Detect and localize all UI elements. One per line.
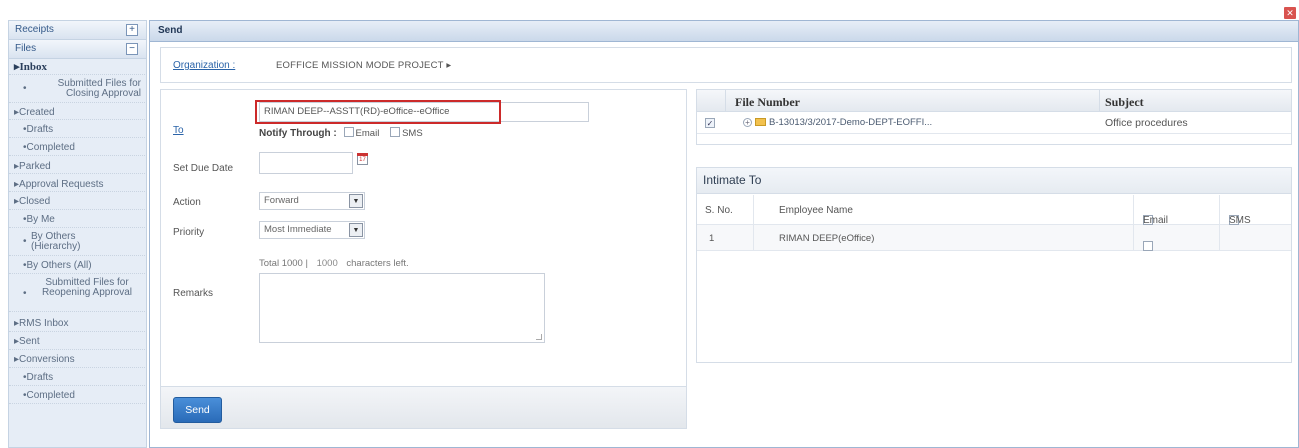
divider [1099, 90, 1100, 112]
divider [753, 225, 754, 250]
sidebar-item-conv-drafts[interactable]: • Drafts [9, 370, 146, 386]
collapse-icon[interactable]: − [126, 43, 138, 55]
to-label[interactable]: To [173, 125, 184, 136]
col-subject: Subject [1105, 95, 1144, 109]
sidebar-item-drafts[interactable]: • Drafts [9, 122, 146, 138]
expand-icon[interactable]: + [126, 24, 138, 36]
divider [725, 90, 726, 112]
files-label: Files [15, 43, 37, 54]
file-number[interactable]: B-13013/3/2017-Demo-DEPT-EOFFI... [769, 117, 932, 128]
priority-select[interactable]: Most Immediate ▼ [259, 221, 365, 239]
form-footer: Send [161, 386, 686, 428]
action-select[interactable]: Forward ▼ [259, 192, 365, 210]
col-employee-name: Employee Name [779, 205, 853, 216]
intimate-title: Intimate To [697, 168, 1291, 194]
sidebar-item-closed[interactable]: ▸ Closed [9, 194, 146, 210]
organization-label[interactable]: Organization : [173, 60, 235, 71]
sidebar-item-completed[interactable]: • Completed [9, 140, 146, 156]
intimate-panel: Intimate To S. No. Employee Name Email S… [696, 167, 1292, 363]
resize-grip-icon[interactable] [536, 334, 542, 340]
notify-sms-label: SMS [402, 128, 423, 139]
sidebar: Receipts + Files − ▸ Inbox • Submitted Fi… [8, 20, 147, 448]
due-date-label: Set Due Date [173, 163, 234, 174]
table-row[interactable]: + B-13013/3/2017-Demo-DEPT-EOFFI... Offi… [697, 112, 1291, 134]
sidebar-item-rms-inbox[interactable]: ▸ RMS Inbox [9, 314, 146, 332]
char-count: 1000 [316, 258, 338, 269]
row-employee-name: RIMAN DEEP(eOffice) [779, 233, 875, 244]
col-file-number: File Number [735, 95, 800, 109]
remarks-textarea[interactable] [259, 273, 545, 343]
chevron-down-icon[interactable]: ▼ [349, 223, 363, 237]
send-window: ✕ Send Organization : EOFFICE MISSION MO… [149, 7, 1299, 448]
file-table-header: File Number Subject [697, 90, 1291, 112]
file-table: File Number Subject + B-13013/3/2017-Dem… [696, 89, 1292, 145]
sidebar-item-conv-completed[interactable]: • Completed [9, 388, 146, 404]
sidebar-item-by-others-hierarchy[interactable]: • By Others (Hierarchy) [9, 230, 146, 256]
col-sno: S. No. [705, 205, 733, 216]
calendar-icon[interactable]: 17 [357, 153, 368, 165]
send-form: To RIMAN DEEP--ASSTT(RD)-eOffice--eOffic… [160, 89, 687, 429]
char-suffix: characters left. [346, 258, 409, 269]
divider [753, 195, 754, 224]
highlight-box [255, 100, 501, 124]
sidebar-item-by-others-all[interactable]: • By Others (All) [9, 258, 146, 274]
sidebar-item-by-me[interactable]: • By Me [9, 212, 146, 228]
divider [1219, 225, 1220, 250]
close-icon[interactable]: ✕ [1284, 7, 1296, 19]
folder-icon [755, 118, 766, 126]
receipts-header[interactable]: Receipts + [9, 21, 146, 40]
row-checkbox[interactable] [705, 118, 715, 128]
priority-label: Priority [173, 227, 205, 238]
expand-icon[interactable]: + [743, 118, 752, 127]
sidebar-item-created[interactable]: ▸ Created [9, 105, 146, 120]
organization-value: EOFFICE MISSION MODE PROJECT [276, 60, 444, 71]
sidebar-item-conversions[interactable]: ▸ Conversions [9, 352, 146, 368]
sidebar-item-submitted-closing[interactable]: • Submitted Files for Closing Approval [9, 77, 146, 103]
sidebar-item-sent[interactable]: ▸ Sent [9, 334, 146, 350]
char-counter: Total 1000 | 1000 characters left. [259, 258, 409, 269]
organization-bar: Organization : EOFFICE MISSION MODE PROJ… [160, 47, 1292, 83]
notify-label: Notify Through : [259, 128, 337, 139]
notify-email-checkbox[interactable] [343, 127, 354, 137]
divider [1133, 225, 1134, 250]
organization-value-wrap: EOFFICE MISSION MODE PROJECT ▸ [276, 60, 451, 71]
action-label: Action [173, 197, 201, 208]
send-button[interactable]: Send [173, 397, 222, 423]
remarks-label: Remarks [173, 288, 214, 299]
row-sno: 1 [709, 233, 715, 244]
receipts-label: Receipts [15, 24, 54, 35]
notify-sms-checkbox[interactable] [390, 127, 401, 137]
notify-through: Notify Through : Email SMS [259, 127, 423, 139]
sidebar-item-inbox[interactable]: ▸ Inbox [9, 59, 146, 75]
sidebar-item-approval-requests[interactable]: ▸ Approval Requests [9, 176, 146, 192]
sidebar-item-parked[interactable]: ▸ Parked [9, 158, 146, 174]
intimate-header: S. No. Employee Name Email SMS [697, 195, 1291, 226]
chevron-down-icon[interactable]: ▼ [349, 194, 363, 208]
divider [1133, 195, 1134, 224]
row-email-checkbox[interactable] [1143, 241, 1153, 251]
file-subject: Office procedures [1105, 117, 1188, 129]
files-header[interactable]: Files − [9, 40, 146, 59]
divider [1219, 195, 1220, 224]
window-title: Send [150, 21, 1298, 42]
due-date-input[interactable] [259, 152, 353, 174]
table-row: 1 RIMAN DEEP(eOffice) [697, 225, 1291, 251]
priority-value: Most Immediate [264, 224, 332, 235]
action-value: Forward [264, 195, 299, 206]
notify-email-label: Email [355, 128, 380, 139]
sidebar-item-submitted-reopening[interactable]: •Submitted Files for Reopening Approval [9, 276, 146, 312]
calendar-day: 17 [359, 157, 366, 163]
char-total: Total 1000 | [259, 258, 308, 269]
chevron-right-icon: ▸ [446, 60, 452, 71]
